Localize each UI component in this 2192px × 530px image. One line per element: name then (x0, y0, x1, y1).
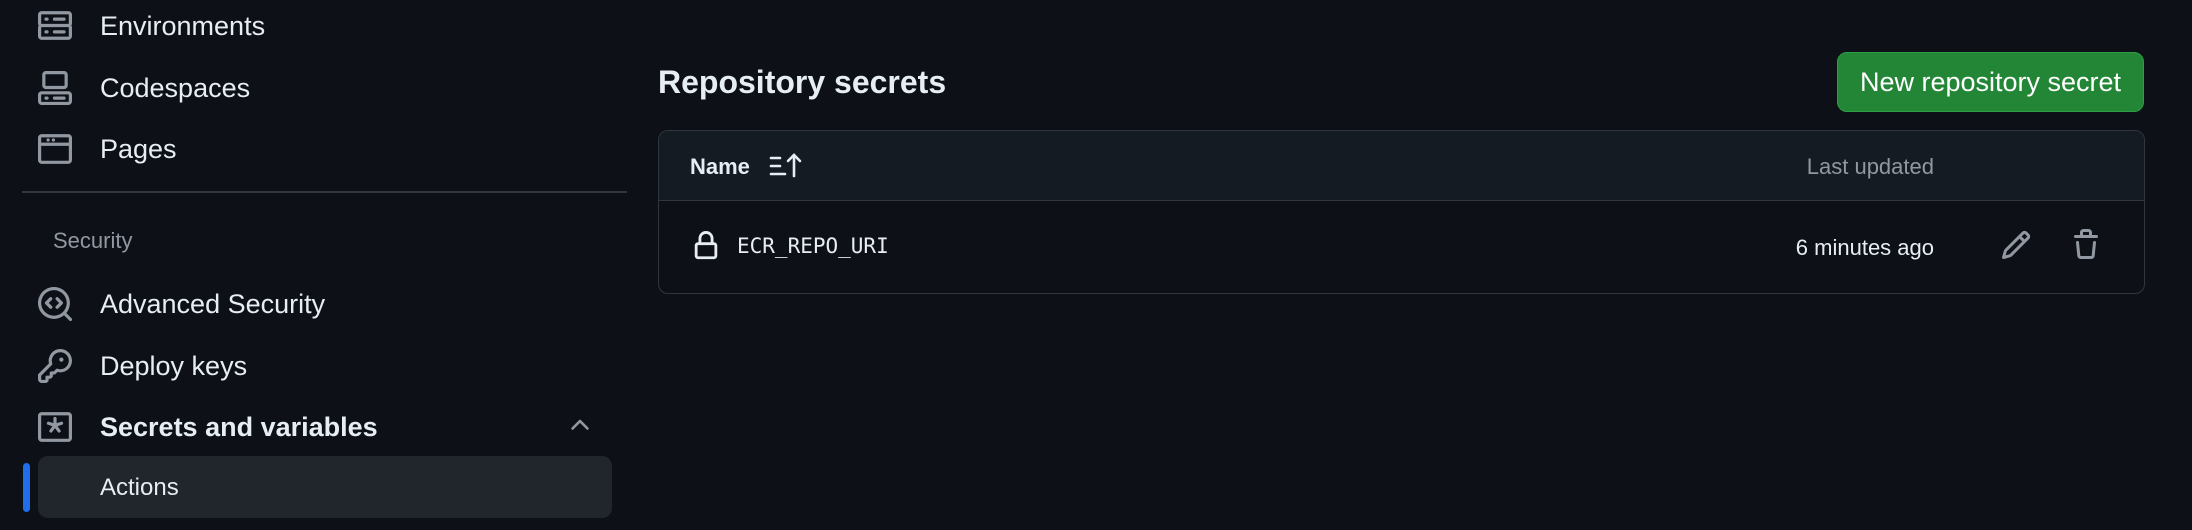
sidebar-item-label: Advanced Security (100, 288, 326, 319)
sidebar-item-advanced-security[interactable]: Advanced Security (38, 278, 325, 330)
codespaces-icon (38, 71, 72, 105)
secrets-table: Name Last updated ECR_REPO_URI 6 minutes… (658, 130, 2145, 294)
browser-icon (38, 132, 72, 166)
pencil-icon (2000, 229, 2032, 266)
secret-name: ECR_REPO_URI (737, 234, 889, 258)
page-title: Repository secrets (658, 64, 947, 100)
sidebar-item-environments[interactable]: Environments (38, 0, 265, 52)
table-header: Name Last updated (659, 131, 2144, 201)
last-updated-value: 6 minutes ago (1795, 235, 1934, 260)
edit-secret-button[interactable] (1992, 223, 2040, 271)
sidebar-item-label: Deploy keys (100, 350, 248, 381)
lock-icon (691, 230, 721, 262)
sidebar-item-label: Secrets and variables (100, 411, 378, 442)
key-icon (38, 349, 72, 383)
codescan-icon (38, 287, 72, 321)
trash-icon (2070, 228, 2102, 266)
sidebar-item-pages[interactable]: Pages (38, 123, 177, 175)
table-row: ECR_REPO_URI 6 minutes ago (659, 201, 2144, 293)
column-header-name: Name (690, 154, 750, 179)
delete-secret-button[interactable] (2062, 223, 2110, 271)
sidebar-item-secrets-and-variables[interactable]: Secrets and variables (38, 401, 378, 453)
new-repository-secret-button[interactable]: New repository secret (1837, 52, 2144, 112)
sidebar-subitem-label: Actions (100, 474, 179, 501)
sidebar-subitem-actions[interactable]: Actions (38, 456, 612, 518)
asterisk-icon (38, 410, 72, 444)
sort-ascending-icon[interactable] (768, 151, 802, 181)
active-indicator (23, 463, 30, 512)
chevron-up-icon[interactable] (566, 411, 594, 439)
sidebar-item-codespaces[interactable]: Codespaces (38, 62, 250, 114)
sidebar-item-deploy-keys[interactable]: Deploy keys (38, 340, 247, 392)
sidebar-section-heading: Security (53, 228, 133, 253)
sidebar-item-label: Environments (100, 10, 266, 41)
sidebar-divider (22, 191, 627, 193)
server-icon (38, 9, 72, 43)
column-header-last-updated: Last updated (1806, 154, 1934, 179)
sidebar-item-label: Codespaces (100, 72, 251, 103)
sidebar-item-label: Pages (100, 133, 177, 164)
